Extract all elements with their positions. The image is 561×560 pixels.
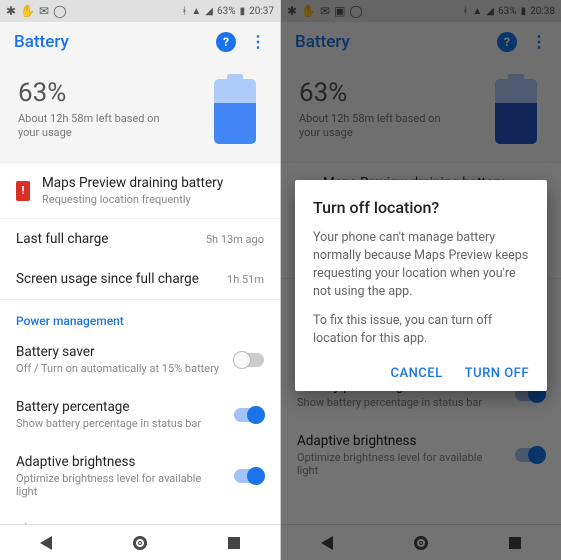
row-label: Adaptive brightness	[16, 454, 222, 470]
row-label: Last full charge	[16, 231, 194, 247]
left-screenshot: ✱ ✋ ✉ ◯ ᚼ ▲ ◢ 63% ▮ 20:37 Battery ? ⋮ 63…	[0, 0, 280, 560]
battery-percent: 63%	[18, 78, 178, 108]
last-full-charge-row[interactable]: Last full charge 5h 13m ago	[0, 218, 280, 259]
page-title: Battery	[14, 32, 216, 52]
battery-hero[interactable]: 63% About 12h 58m left based on your usa…	[0, 62, 280, 162]
bluetooth-icon: ᚼ	[181, 6, 187, 17]
row-label: Screen usage since full charge	[16, 271, 215, 287]
wifi-icon: ▲	[191, 6, 201, 17]
location-dialog: Turn off location? Your phone can't mana…	[295, 180, 547, 391]
battery-saver-row[interactable]: Battery saver Off / Turn on automaticall…	[0, 332, 280, 387]
row-label: Battery percentage	[16, 399, 222, 415]
row-value: 1h 51m	[227, 273, 264, 286]
help-icon[interactable]: ?	[216, 32, 236, 52]
warning-row[interactable]: Maps Preview draining battery Requesting…	[0, 162, 280, 218]
dialog-body-2: To fix this issue, you can turn off loca…	[313, 312, 529, 348]
dialog-title: Turn off location?	[313, 198, 529, 217]
battery-icon: ▮	[240, 6, 246, 17]
screen-usage-row[interactable]: Screen usage since full charge 1h 51m	[0, 259, 280, 299]
battery-saver-toggle[interactable]	[234, 353, 264, 367]
nav-back-icon[interactable]	[40, 536, 52, 550]
status-time: 20:37	[249, 6, 274, 17]
nav-bar	[0, 524, 280, 560]
nav-home-icon[interactable]	[133, 536, 147, 550]
app-bar: Battery ? ⋮	[0, 22, 280, 62]
adaptive-brightness-row[interactable]: Adaptive brightness Optimize brightness …	[0, 442, 280, 510]
sleep-row[interactable]: Sleep	[0, 510, 280, 524]
adaptive-brightness-toggle[interactable]	[234, 469, 264, 483]
mail-icon: ✉	[39, 4, 49, 18]
slack-icon: ✱	[6, 4, 16, 18]
dialog-body-1: Your phone can't manage battery normally…	[313, 229, 529, 302]
warning-sub: Requesting location frequently	[42, 193, 264, 206]
section-header: Power management	[0, 299, 280, 332]
battery-percentage-toggle[interactable]	[234, 408, 264, 422]
battery-percentage-row[interactable]: Battery percentage Show battery percenta…	[0, 387, 280, 442]
battery-graphic-icon	[214, 74, 256, 144]
row-sub: Optimize brightness level for available …	[16, 472, 222, 498]
more-icon[interactable]: ⋮	[250, 39, 266, 45]
row-label: Battery saver	[16, 344, 222, 360]
warning-title: Maps Preview draining battery	[42, 175, 264, 191]
status-bar: ✱ ✋ ✉ ◯ ᚼ ▲ ◢ 63% ▮ 20:37	[0, 0, 280, 22]
nav-recent-icon[interactable]	[228, 537, 240, 549]
row-sub: Show battery percentage in status bar	[16, 417, 222, 430]
battery-alert-icon	[16, 181, 30, 201]
hand-icon: ✋	[20, 4, 35, 18]
row-sub: Off / Turn on automatically at 15% batte…	[16, 362, 222, 375]
status-battery-pct: 63%	[217, 6, 236, 17]
row-value: 5h 13m ago	[206, 233, 264, 246]
right-screenshot: ✱ ✋ ✉ ▣ ◯ ᚼ ▲ ◢ 63% ▮ 20:38 Battery ? ⋮ …	[280, 0, 561, 560]
cancel-button[interactable]: CANCEL	[390, 366, 442, 381]
battery-estimate: About 12h 58m left based on your usage	[18, 112, 178, 141]
turn-off-button[interactable]: TURN OFF	[465, 366, 529, 381]
whatsapp-icon: ◯	[53, 4, 66, 18]
signal-icon: ◢	[205, 6, 213, 17]
